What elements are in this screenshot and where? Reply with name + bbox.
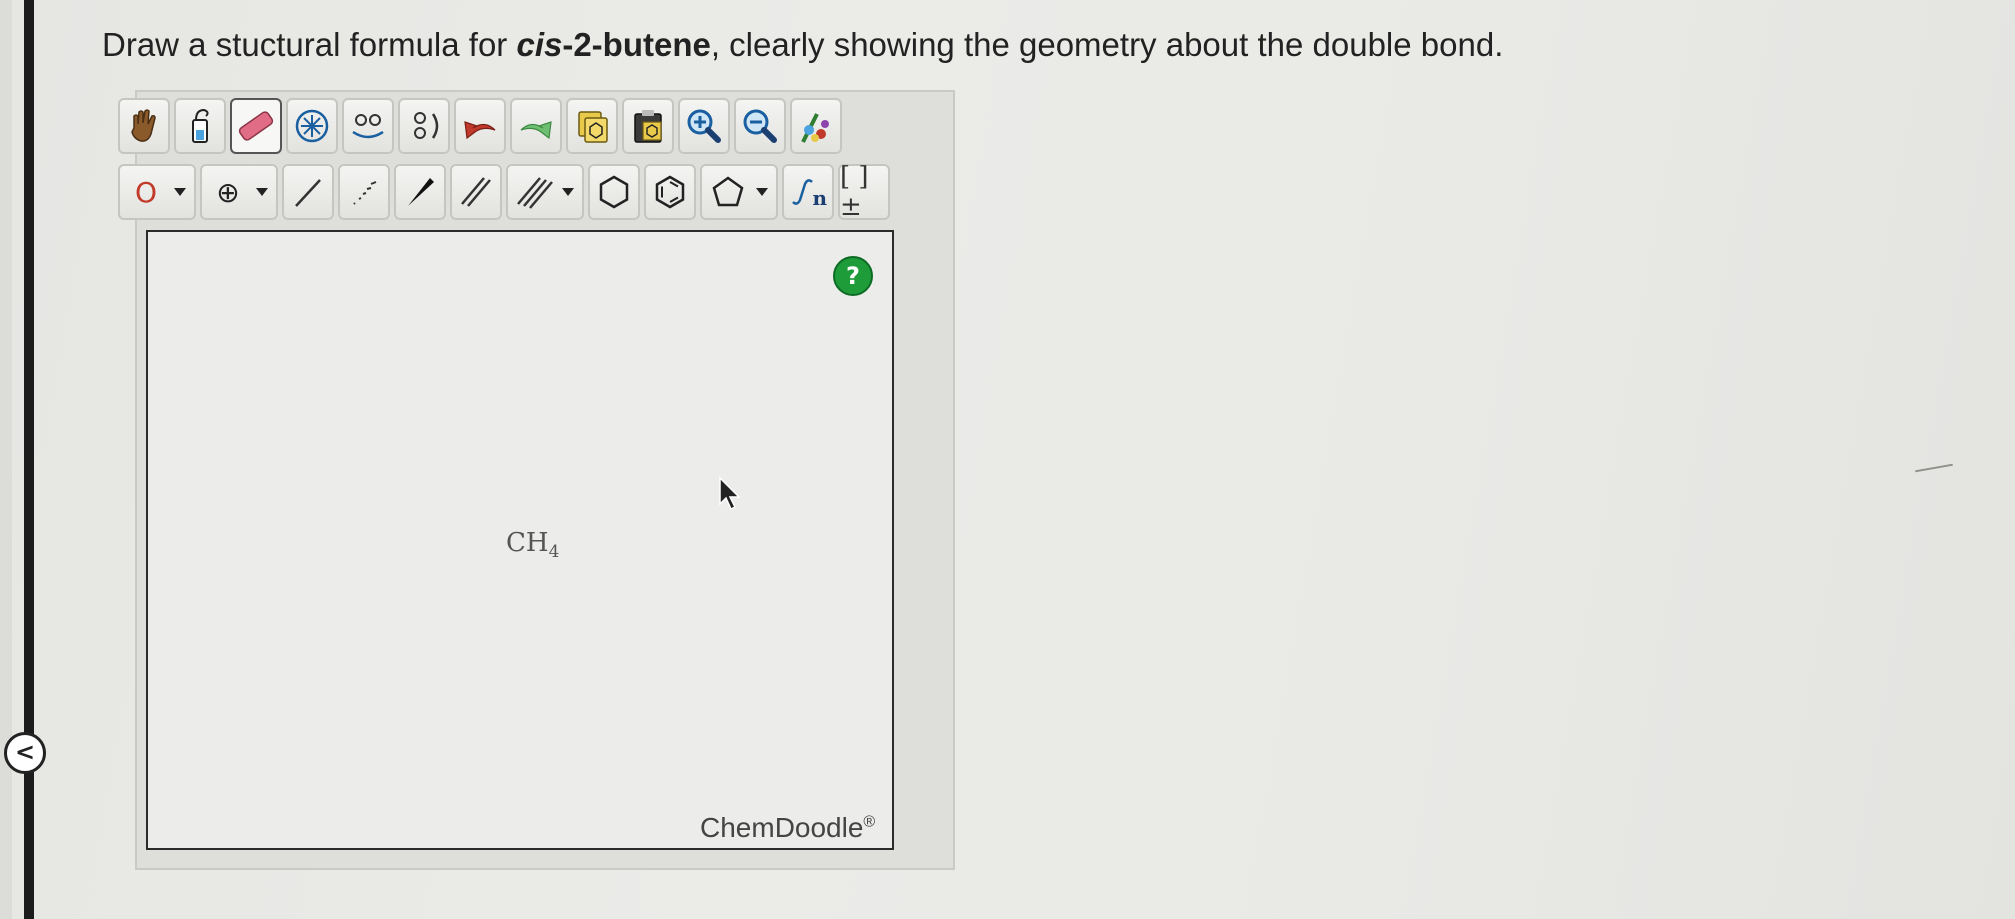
screen-bezel xyxy=(0,0,12,919)
hand-icon xyxy=(131,109,156,142)
rotate-button[interactable] xyxy=(398,98,450,154)
center-icon xyxy=(295,109,329,143)
undo-icon xyxy=(464,121,496,140)
repeat-unit-button[interactable]: n xyxy=(782,164,834,220)
bracket-button[interactable]: [ ]± xyxy=(838,162,890,222)
paste-button[interactable] xyxy=(622,98,674,154)
clean-icon xyxy=(801,113,829,143)
eraser-icon xyxy=(238,111,274,141)
screen-mark xyxy=(1915,463,1953,473)
charge-selector[interactable]: ⊕ xyxy=(200,164,278,220)
eraser-tool-button[interactable] xyxy=(230,98,282,154)
question-prefix: Draw a stuctural formula for xyxy=(102,26,517,63)
ring-selector[interactable] xyxy=(700,164,778,220)
back-button[interactable]: < xyxy=(4,732,46,774)
triple-bond-selector[interactable] xyxy=(506,164,584,220)
redo-button[interactable] xyxy=(510,98,562,154)
double-bond-icon xyxy=(461,177,491,207)
flip-button[interactable] xyxy=(342,98,394,154)
hexagon-icon xyxy=(599,175,629,209)
copy-button[interactable] xyxy=(566,98,618,154)
lasso-icon xyxy=(192,108,209,143)
zoom-in-button[interactable] xyxy=(678,98,730,154)
double-bond-button[interactable] xyxy=(450,164,502,220)
toolbar-row-2: O ⊕ n [ ]± xyxy=(118,162,890,222)
chevron-down-icon xyxy=(756,188,768,196)
undo-button[interactable] xyxy=(454,98,506,154)
atom-label: O xyxy=(134,175,158,209)
wedge-bond-button[interactable] xyxy=(394,164,446,220)
zoom-out-button[interactable] xyxy=(734,98,786,154)
help-button[interactable]: ? xyxy=(833,256,873,296)
repeat-label: n xyxy=(812,186,827,210)
hash-bond-button[interactable] xyxy=(338,164,390,220)
chevron-down-icon xyxy=(174,188,186,196)
cyclohexane-button[interactable] xyxy=(588,164,640,220)
molecule-label[interactable]: CH4 xyxy=(506,528,559,562)
toolbar-row-1 xyxy=(118,98,842,154)
question-suffix: , clearly showing the geometry about the… xyxy=(710,26,1504,63)
zoom-in-icon xyxy=(687,109,721,143)
cursor-icon xyxy=(719,476,741,511)
triple-bond-icon xyxy=(517,177,553,209)
bracket-label: [ ]± xyxy=(840,162,869,222)
rotate-icon xyxy=(414,112,439,139)
copy-icon xyxy=(578,111,608,143)
hash-bond-icon xyxy=(353,181,377,205)
window-edge xyxy=(24,0,34,919)
benzene-button[interactable] xyxy=(644,164,696,220)
pentagon-icon xyxy=(712,176,744,207)
atom-selector[interactable]: O xyxy=(118,164,196,220)
benzene-icon xyxy=(655,175,685,209)
clean-button[interactable] xyxy=(790,98,842,154)
single-bond-icon xyxy=(295,179,321,207)
paste-icon xyxy=(634,110,662,143)
lasso-tool-button[interactable] xyxy=(174,98,226,154)
wedge-bond-icon xyxy=(408,178,434,206)
question-text: Draw a stuctural formula for cis-2-buten… xyxy=(102,26,1503,64)
center-button[interactable] xyxy=(286,98,338,154)
flip-icon xyxy=(352,114,384,139)
chevron-down-icon xyxy=(562,188,574,196)
redo-icon xyxy=(520,121,552,140)
hand-tool-button[interactable] xyxy=(118,98,170,154)
question-molecule: cis-2-butene xyxy=(516,26,711,63)
zoom-out-icon xyxy=(743,109,777,143)
chevron-down-icon xyxy=(256,188,268,196)
charge-label: ⊕ xyxy=(216,175,240,209)
chemdoodle-watermark: ChemDoodle® xyxy=(700,812,876,843)
single-bond-button[interactable] xyxy=(282,164,334,220)
